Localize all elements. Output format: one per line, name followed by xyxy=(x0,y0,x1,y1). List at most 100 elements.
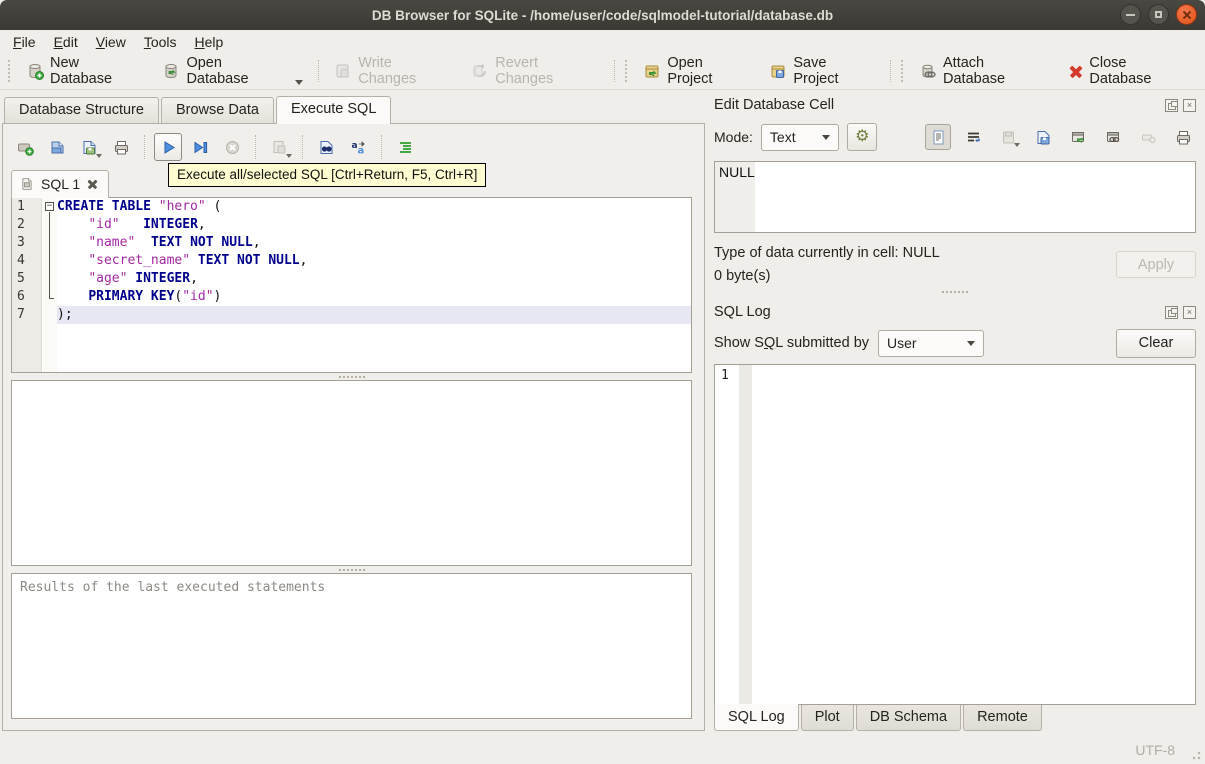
apply-button[interactable]: Apply xyxy=(1116,251,1196,278)
tooltip: Execute all/selected SQL [Ctrl+Return, F… xyxy=(168,163,487,187)
open-sql-file-button[interactable] xyxy=(43,133,71,161)
find-button[interactable] xyxy=(312,133,340,161)
submitted-by-select[interactable]: User xyxy=(878,329,985,357)
auto-apply-button[interactable]: ⚙ xyxy=(847,123,877,151)
open-database-icon xyxy=(162,62,180,80)
close-dock-icon[interactable]: × xyxy=(1183,305,1196,319)
sql-code-editor[interactable]: 1− CREATE TABLE "hero" (2 "id" INTEGER, 3 … xyxy=(11,197,692,373)
tab-remote[interactable]: Remote xyxy=(963,705,1042,731)
open-database-button[interactable]: Open Database xyxy=(153,50,312,92)
save-project-button[interactable]: Save Project xyxy=(760,50,884,92)
results-grid-pane[interactable] xyxy=(11,380,692,566)
toolbar-drag-handle[interactable] xyxy=(901,60,906,82)
resize-grip[interactable] xyxy=(1191,750,1201,760)
attach-database-label: Attach Database xyxy=(943,55,1006,87)
open-project-icon xyxy=(643,62,661,80)
open-project-button[interactable]: Open Project xyxy=(634,50,760,92)
cell-value-editor[interactable]: NULL xyxy=(714,161,1196,233)
tab-browse-data[interactable]: Browse Data xyxy=(160,97,274,123)
print-icon xyxy=(114,140,128,154)
svg-text:a: a xyxy=(357,145,364,156)
cell-info-row: Type of data currently in cell: NULL 0 b… xyxy=(714,245,1196,284)
text-mode-button[interactable] xyxy=(925,124,951,150)
import-cell-button[interactable] xyxy=(995,124,1021,150)
save-results-dropdown-icon[interactable] xyxy=(286,154,292,158)
close-icon[interactable] xyxy=(1176,4,1197,25)
new-database-icon xyxy=(26,62,44,80)
minimize-icon[interactable] xyxy=(1120,4,1141,25)
toolbar-drag-handle[interactable] xyxy=(8,60,13,82)
splitter-handle[interactable] xyxy=(11,373,692,380)
menu-edit[interactable]: Edit xyxy=(45,32,87,52)
code-line[interactable]: 7); xyxy=(12,306,691,324)
mode-select-value: Text xyxy=(769,129,796,145)
float-dock-icon[interactable] xyxy=(1165,98,1178,112)
maximize-icon[interactable] xyxy=(1148,4,1169,25)
menu-help[interactable]: Help xyxy=(186,32,233,52)
tab-db-schema[interactable]: DB Schema xyxy=(855,705,962,731)
fold-guide xyxy=(43,234,57,252)
splitter-handle[interactable] xyxy=(11,566,692,573)
mode-select[interactable]: Text xyxy=(760,123,840,151)
new-database-button[interactable]: New Database xyxy=(17,50,153,92)
app-window: DB Browser for SQLite - /home/user/code/… xyxy=(0,0,1205,764)
fold-guide xyxy=(43,216,57,234)
fold-marker-icon[interactable]: − xyxy=(43,198,57,216)
open-sql-file-icon xyxy=(51,141,63,153)
menu-file[interactable]: File xyxy=(4,32,45,52)
encoding-indicator[interactable]: UTF-8 xyxy=(1135,742,1175,758)
code-line[interactable]: 6 PRIMARY KEY("id") xyxy=(12,288,691,306)
close-dock-icon[interactable]: × xyxy=(1183,98,1196,112)
print-sql-button[interactable] xyxy=(107,133,135,161)
tab-execute-sql[interactable]: Execute SQL xyxy=(275,96,392,124)
revert-changes-button[interactable]: Revert Changes xyxy=(462,50,608,92)
float-dock-icon[interactable] xyxy=(1165,305,1178,319)
clear-log-button[interactable]: Clear xyxy=(1116,328,1196,358)
menu-view[interactable]: View xyxy=(87,32,135,52)
revert-changes-icon xyxy=(471,62,489,80)
code-line[interactable]: 1− CREATE TABLE "hero" ( xyxy=(12,198,691,216)
import-dropdown-icon[interactable] xyxy=(1014,143,1020,147)
save-sql-file-button[interactable] xyxy=(75,133,103,161)
replace-button[interactable]: aa xyxy=(344,133,372,161)
code-line[interactable]: 4 "secret_name" TEXT NOT NULL, xyxy=(12,252,691,270)
execution-log-pane[interactable]: Results of the last executed statements xyxy=(11,573,692,719)
tab-database-structure[interactable]: Database Structure xyxy=(4,97,159,123)
menu-tools[interactable]: Tools xyxy=(135,32,186,52)
execute-line-button[interactable] xyxy=(186,133,214,161)
close-sql-tab-icon[interactable] xyxy=(87,179,98,190)
close-database-button[interactable]: Close Database xyxy=(1059,50,1202,92)
code-line[interactable]: 2 "id" INTEGER, xyxy=(12,216,691,234)
link-data-button[interactable] xyxy=(1100,124,1126,150)
open-external-button[interactable] xyxy=(1065,124,1091,150)
word-wrap-button[interactable] xyxy=(960,124,986,150)
stop-execution-button[interactable] xyxy=(218,133,246,161)
execute-all-button[interactable] xyxy=(154,133,182,161)
save-results-button[interactable] xyxy=(265,133,293,161)
open-database-label: Open Database xyxy=(186,55,249,87)
format-sql-button[interactable] xyxy=(391,133,419,161)
toolbar-separator xyxy=(890,60,892,82)
results-placeholder: Results of the last executed statements xyxy=(20,580,326,595)
print-cell-button[interactable] xyxy=(1170,124,1196,150)
export-cell-button[interactable] xyxy=(1030,124,1056,150)
cell-editor-icons xyxy=(925,124,1196,150)
new-sql-tab-button[interactable] xyxy=(11,133,39,161)
set-null-button[interactable] xyxy=(1135,124,1161,150)
tab-plot[interactable]: Plot xyxy=(800,705,854,731)
titlebar[interactable]: DB Browser for SQLite - /home/user/code/… xyxy=(0,0,1205,30)
attach-database-button[interactable]: Attach Database xyxy=(910,50,1059,92)
tab-sql-log[interactable]: SQL Log xyxy=(714,704,799,731)
open-database-dropdown-icon[interactable] xyxy=(295,80,304,85)
sql-log-view[interactable]: 1 xyxy=(714,364,1196,705)
toolbar-drag-handle[interactable] xyxy=(625,60,630,82)
code-line[interactable]: 5 "age" INTEGER, xyxy=(12,270,691,288)
dock-splitter-handle[interactable] xyxy=(714,284,1196,300)
write-changes-button[interactable]: Write Changes xyxy=(325,50,462,92)
sql-file-tab[interactable]: SQL 1 xyxy=(11,170,110,198)
save-sql-dropdown-icon[interactable] xyxy=(96,154,102,158)
code-line[interactable]: 3 "name" TEXT NOT NULL, xyxy=(12,234,691,252)
toolbar-separator xyxy=(302,135,303,159)
stop-icon xyxy=(225,140,239,154)
sql-log-dock-header: SQL Log × xyxy=(714,300,1196,324)
